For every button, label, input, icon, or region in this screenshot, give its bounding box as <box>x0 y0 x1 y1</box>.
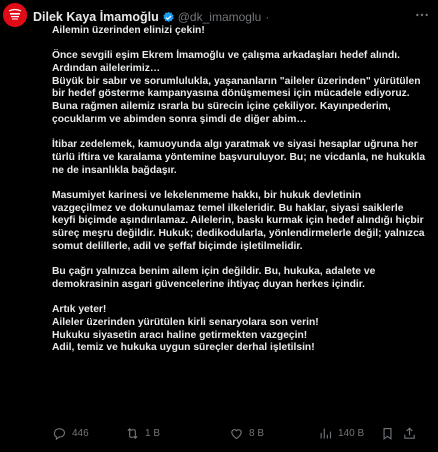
tweet-line: ne de insanlıkla bağdaşır. <box>52 164 177 176</box>
tweet-line: Önce sevgili eşim Ekrem İmamoğlu ve çalı… <box>52 50 400 62</box>
tweet-line: Büyük bir sabır ve sorumlulukla, yaşanan… <box>52 75 421 87</box>
tweet-line <box>52 38 432 51</box>
views-icon <box>320 428 332 438</box>
tweet-line: vazgeçilmez ve dokunulamaz temel ilkeler… <box>52 202 404 214</box>
share-icon <box>404 426 415 439</box>
repost-icon <box>127 427 138 439</box>
tweet-line: İtibar zedelemek, kamuoyunda algı yaratm… <box>52 139 418 151</box>
tweet-line: Adil, temiz ve hukuka uygun süreçler der… <box>52 342 315 354</box>
tweet-line: Buna rağmen ailemiz ısrarla bu sürecin i… <box>52 101 391 113</box>
reply-icon <box>53 427 66 440</box>
tweet-line: türlü iftira ve karalama yöntemine başvu… <box>52 151 426 163</box>
tweet-line: Ardından ailelerimiz… <box>52 63 161 75</box>
tweet-line: Masumiyet karinesi ve lekelenmeme hakkı,… <box>52 189 362 201</box>
tweet: Dilek Kaya İmamoğlu @dk_imamoglu · Ailem… <box>0 0 438 452</box>
tweet-line: keyfi biçimde aşındırılamaz. Ailelerin, … <box>52 215 424 227</box>
views-button[interactable]: 140 B <box>318 423 364 443</box>
tweet-line <box>52 291 432 304</box>
tweet-header: Dilek Kaya İmamoğlu @dk_imamoglu · <box>33 9 273 25</box>
tweet-line: Hukuku siyasetin aracı haline getirmekte… <box>52 329 308 341</box>
like-button[interactable]: 8 B <box>229 423 264 443</box>
tweet-line <box>52 127 432 140</box>
share-button[interactable] <box>402 423 422 443</box>
tweet-line: demokrasinin asgari güvencelerine ihtiya… <box>52 278 366 290</box>
tweet-line <box>52 253 432 266</box>
tweet-text: Ailemin üzerinden elinizi çekin! Önce se… <box>52 25 432 355</box>
avatar-logo-icon <box>3 3 27 27</box>
tweet-line: süreç meşru değildir. Hukuk; dedikodular… <box>52 228 425 239</box>
tweet-line: bir hedef gösterme kampanyasına dönüşmem… <box>52 88 410 100</box>
tweet-line: Ailemin üzerinden elinizi çekin! <box>52 25 205 36</box>
reply-button[interactable]: 446 <box>52 423 89 443</box>
bookmark-button[interactable] <box>380 423 400 443</box>
more-icon <box>416 13 428 17</box>
header-separator: · <box>265 10 270 24</box>
tweet-actions: 446 1 B 8 B 140 B <box>52 423 422 443</box>
verified-badge-icon <box>163 11 174 22</box>
tweet-line: çocuklarım ve abimden sonra şimdi de diğ… <box>52 113 307 125</box>
repost-button[interactable]: 1 B <box>125 423 160 443</box>
tweet-line: Bu çağrı yalnızca benim ailem için değil… <box>52 266 376 278</box>
tweet-line: somut delillerle, adil ve şeffaf biçimde… <box>52 240 303 252</box>
author-handle[interactable]: @dk_imamoglu <box>178 10 262 24</box>
author-avatar[interactable] <box>3 3 27 27</box>
repost-count: 1 B <box>145 427 161 439</box>
reply-count: 446 <box>72 427 89 439</box>
like-count: 8 B <box>249 427 265 439</box>
bookmark-icon <box>383 427 392 440</box>
views-count: 140 B <box>338 427 365 439</box>
tweet-line <box>52 177 432 190</box>
tweet-line: Artık yeter! <box>52 304 107 316</box>
more-options-button[interactable] <box>412 7 432 23</box>
tweet-line: Aileler üzerinden yürütülen kirli senary… <box>52 316 319 328</box>
author-name[interactable]: Dilek Kaya İmamoğlu <box>33 10 159 24</box>
like-icon <box>231 428 242 439</box>
